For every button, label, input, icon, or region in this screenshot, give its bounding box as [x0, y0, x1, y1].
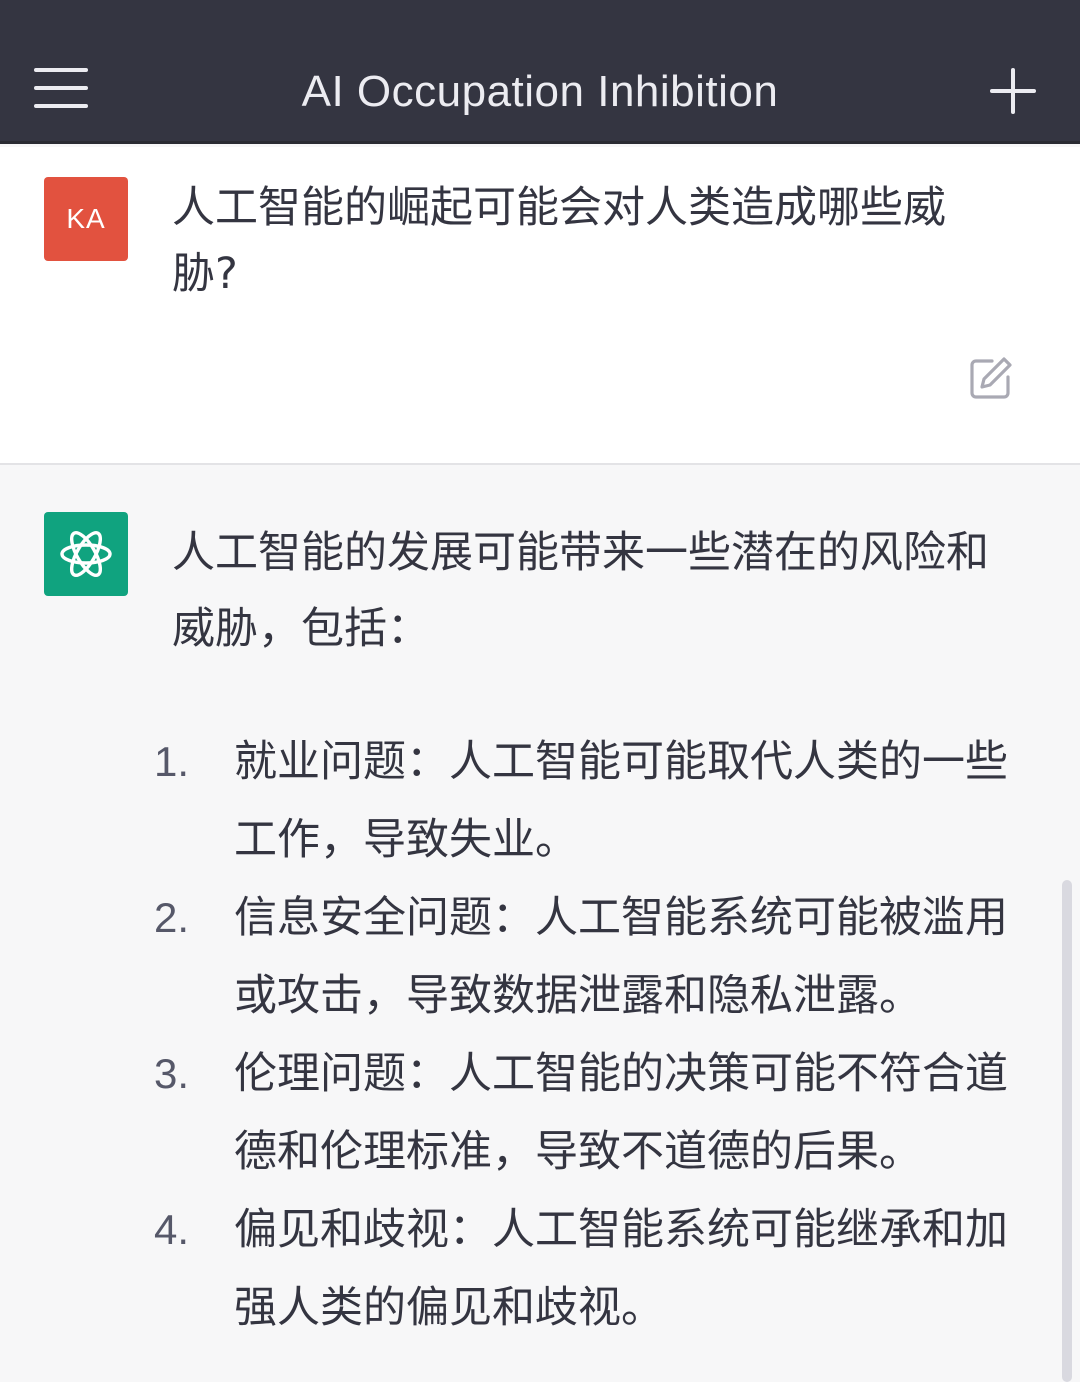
list-number: 2. — [154, 894, 190, 941]
list-number: 3. — [154, 1050, 190, 1097]
user-avatar: KA — [44, 177, 128, 261]
list-item-text: 就业问题：人工智能可能取代人类的一些工作，导致失业。 — [234, 737, 1008, 865]
openai-logo-icon — [44, 512, 128, 596]
edit-icon[interactable] — [968, 355, 1014, 401]
list-item: 3. 伦理问题：人工智能的决策可能不符合道德和伦理标准，导致不道德的后果。 — [150, 1035, 1010, 1191]
list-item: 1. 就业问题：人工智能可能取代人类的一些工作，导致失业。 — [150, 723, 1010, 879]
user-message-row: KA 人工智能的崛起可能会对人类造成哪些威胁? — [0, 147, 1080, 465]
risk-list: 1. 就业问题：人工智能可能取代人类的一些工作，导致失业。 2. 信息安全问题：… — [150, 723, 1010, 1347]
hamburger-menu-icon[interactable] — [34, 68, 88, 108]
list-item-text: 信息安全问题：人工智能系统可能被滥用或攻击，导致数据泄露和隐私泄露。 — [234, 893, 1008, 1021]
assistant-intro-text: 人工智能的发展可能带来一些潜在的风险和威胁，包括： — [172, 528, 989, 654]
scrollbar[interactable] — [1062, 880, 1072, 1382]
menu-line — [34, 104, 88, 108]
assistant-message-row: 人工智能的发展可能带来一些潜在的风险和威胁，包括： 1. 就业问题：人工智能可能… — [0, 465, 1080, 1382]
plus-icon[interactable] — [990, 68, 1036, 114]
menu-line — [34, 68, 88, 72]
list-item: 4. 偏见和歧视：人工智能系统可能继承和加强人类的偏见和歧视。 — [150, 1191, 1010, 1347]
conversation-title: AI Occupation Inhibition — [301, 67, 779, 116]
top-bar: AI Occupation Inhibition — [0, 0, 1080, 144]
list-number: 1. — [154, 738, 190, 785]
list-number: 4. — [154, 1206, 190, 1253]
menu-line — [34, 86, 88, 90]
list-item-text: 偏见和歧视：人工智能系统可能继承和加强人类的偏见和歧视。 — [234, 1205, 1008, 1333]
user-message-text: 人工智能的崛起可能会对人类造成哪些威胁? — [172, 183, 946, 299]
list-item: 2. 信息安全问题：人工智能系统可能被滥用或攻击，导致数据泄露和隐私泄露。 — [150, 879, 1010, 1035]
list-item-text: 伦理问题：人工智能的决策可能不符合道德和伦理标准，导致不道德的后果。 — [234, 1049, 1008, 1177]
